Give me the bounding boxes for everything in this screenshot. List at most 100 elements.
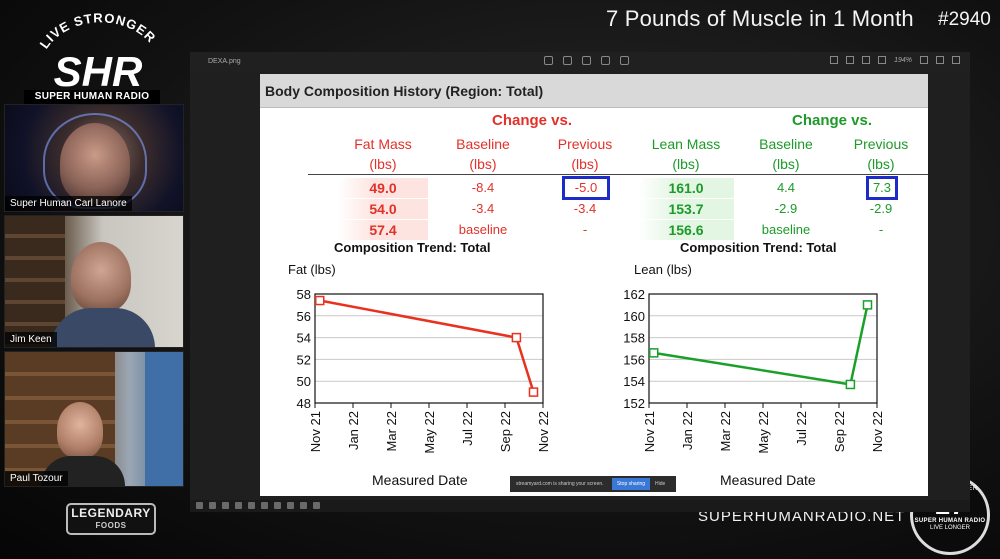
- lean-trend-chart: 152 154 156 158 160 162 Nov 21 Jan 22 Mar 22 May …: [594, 280, 928, 470]
- table-cell-lean: 156.6: [638, 220, 734, 240]
- lean-change-group: Change vs.: [792, 112, 873, 129]
- viewer-window-controls: 194%: [830, 56, 960, 64]
- sponsor-logo: LEGENDARY FOODS: [66, 503, 156, 535]
- fat-chart-xlabel: Measured Date: [372, 472, 468, 488]
- delete-icon[interactable]: [582, 56, 591, 65]
- shared-screen-viewer[interactable]: DEXA.png 194% Body Composition History (…: [190, 52, 970, 500]
- table-cell-fat: 49.0: [338, 178, 428, 198]
- svg-text:LIVE STRONGER: LIVE STRONGER: [37, 10, 160, 51]
- video-tile-host[interactable]: Super Human Carl Lanore: [4, 104, 184, 212]
- start-icon[interactable]: [196, 502, 203, 509]
- badge-middle: SUPER HUMAN RADIO: [914, 518, 986, 524]
- col-fat-previous: Previous (lbs): [557, 136, 613, 172]
- shirt: [51, 308, 155, 347]
- stream-overlay: 7 Pounds of Muscle in 1 Month #2940 LIVE…: [0, 0, 1000, 559]
- expand-icon[interactable]: [830, 56, 839, 64]
- table-cell-lean_prev: 7.3: [866, 176, 898, 200]
- x-tick-label: Jan 22: [680, 411, 695, 450]
- participant-video: [57, 402, 103, 458]
- y-tick-label: 154: [623, 374, 645, 389]
- data-point: [315, 295, 325, 306]
- y-tick-label: 58: [297, 287, 311, 302]
- close-icon[interactable]: [952, 56, 960, 64]
- series-line: [319, 299, 535, 393]
- lean-chart-title: Composition Trend: Total: [680, 240, 837, 255]
- rotate-icon[interactable]: [563, 56, 572, 65]
- x-tick-label: Nov 21: [642, 411, 657, 452]
- y-tick-label: 160: [623, 309, 645, 324]
- x-tick-label: Mar 22: [718, 411, 733, 451]
- logo-arc-text: LIVE STRONGER: [37, 10, 159, 51]
- heart-icon[interactable]: [601, 56, 610, 65]
- app-icon[interactable]: [300, 502, 307, 509]
- y-tick-label: 158: [623, 331, 645, 346]
- table-cell-lean_prev: -: [878, 222, 884, 237]
- table-cell-fat: 54.0: [338, 199, 428, 219]
- participant-name: Paul Tozour: [5, 471, 68, 486]
- badge-bottom: LIVE LONGER: [929, 525, 970, 531]
- dexa-report: Body Composition History (Region: Total)…: [260, 74, 928, 496]
- report-title: Body Composition History (Region: Total): [265, 83, 544, 99]
- y-tick-label: 52: [297, 352, 311, 367]
- y-tick-label: 54: [297, 331, 311, 346]
- stop-sharing-button[interactable]: Stop sharing: [612, 478, 650, 490]
- participant-name: Jim Keen: [5, 332, 57, 347]
- y-tick-label: 48: [297, 396, 311, 411]
- y-tick-label: 56: [297, 309, 311, 324]
- x-tick-label: Nov 22: [536, 411, 551, 452]
- x-tick-label: Mar 22: [384, 411, 399, 451]
- table-cell-fat_prev: -5.0: [562, 176, 610, 200]
- col-fat-baseline: Baseline (lbs): [456, 136, 510, 172]
- episode-title: 7 Pounds of Muscle in 1 Month: [606, 6, 914, 31]
- windows-taskbar: [190, 500, 970, 512]
- app-icon[interactable]: [274, 502, 281, 509]
- more-icon[interactable]: [620, 56, 629, 65]
- fat-chart-ylabel: Fat (lbs): [288, 262, 336, 277]
- y-tick-label: 50: [297, 374, 311, 389]
- logo-tagline: SUPER HUMAN RADIO: [24, 90, 160, 104]
- x-tick-label: Jul 22: [460, 411, 475, 446]
- maximize-icon[interactable]: [936, 56, 944, 64]
- video-tile-guest-1[interactable]: Jim Keen: [4, 215, 184, 348]
- logo-brand: SHR: [54, 48, 143, 95]
- col-lean-previous: Previous (lbs): [853, 136, 909, 172]
- table-cell-lean_base: -2.9: [774, 201, 798, 216]
- data-point: [862, 300, 873, 310]
- chart-svg: 48 50 52 54 56 58 Nov 21 Jan 22 Mar 22 May 22 Jul …: [297, 287, 551, 454]
- plot-frame: [314, 293, 544, 404]
- app-icon[interactable]: [287, 502, 294, 509]
- task-view-icon[interactable]: [222, 502, 229, 509]
- video-tile-guest-2[interactable]: Paul Tozour: [4, 351, 184, 487]
- search-icon[interactable]: [209, 502, 216, 509]
- table-cell-lean: 161.0: [638, 178, 734, 198]
- col-lean-mass: Lean Mass (lbs): [651, 136, 721, 172]
- table-cell-fat_prev: -: [582, 222, 588, 237]
- x-tick-label: May 22: [422, 411, 437, 454]
- window-curtain: [145, 352, 183, 486]
- report-header: Body Composition History (Region: Total): [260, 74, 928, 108]
- zoom-level: 194%: [894, 56, 912, 64]
- x-tick-label: Nov 22: [870, 411, 885, 452]
- folder-icon[interactable]: [235, 502, 242, 509]
- zoom-in-icon[interactable]: [878, 56, 887, 64]
- data-point: [845, 379, 856, 390]
- fit-icon[interactable]: [846, 56, 855, 64]
- app-icon[interactable]: [313, 502, 320, 509]
- x-tick-label: Nov 21: [308, 411, 323, 452]
- hide-share-bar-button[interactable]: Hide: [655, 478, 665, 490]
- viewer-tools: [544, 56, 629, 65]
- zoom-out-icon[interactable]: [862, 56, 871, 64]
- y-tick-label: 162: [623, 287, 645, 302]
- participant-name: Super Human Carl Lanore: [5, 196, 132, 211]
- table-cell-lean_prev: -2.9: [869, 201, 893, 216]
- data-point: [528, 387, 539, 397]
- mail-icon[interactable]: [261, 502, 268, 509]
- minimize-icon[interactable]: [920, 56, 928, 64]
- viewer-toolbar: DEXA.png 194%: [190, 52, 970, 72]
- fat-chart-title: Composition Trend: Total: [334, 240, 491, 255]
- x-tick-label: Jul 22: [794, 411, 809, 446]
- table-cell-lean_base: 4.4: [776, 180, 796, 195]
- fat-trend-chart: 48 50 52 54 56 58 Nov 21 Jan 22 Mar 22 May 22 Jul …: [260, 280, 594, 470]
- browser-icon[interactable]: [248, 502, 255, 509]
- crop-icon[interactable]: [544, 56, 553, 65]
